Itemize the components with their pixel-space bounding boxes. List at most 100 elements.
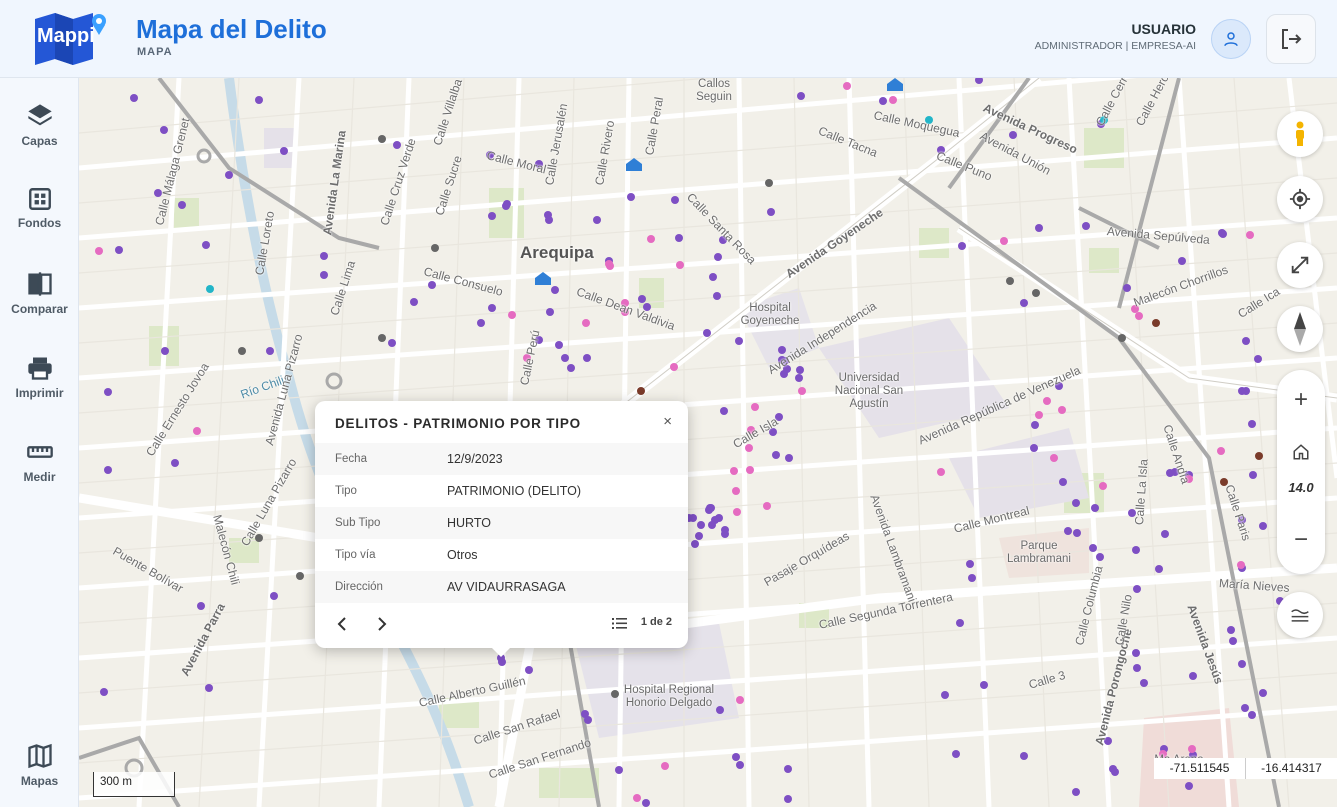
incident-dot[interactable] <box>266 347 274 355</box>
incident-dot[interactable] <box>889 96 897 104</box>
incident-dot[interactable] <box>1020 299 1028 307</box>
incident-dot[interactable] <box>736 761 744 769</box>
chevron-right-icon[interactable] <box>375 616 389 632</box>
incident-dot[interactable] <box>1189 672 1197 680</box>
incident-dot[interactable] <box>703 329 711 337</box>
incident-dot[interactable] <box>733 508 741 516</box>
sidebar-item-fondos[interactable]: Fondos <box>0 178 79 248</box>
incident-dot[interactable] <box>675 234 683 242</box>
incident-dot[interactable] <box>1161 530 1169 538</box>
incident-dot[interactable] <box>670 363 678 371</box>
incident-dot[interactable] <box>1229 637 1237 645</box>
incident-dot[interactable] <box>798 387 806 395</box>
incident-dot[interactable] <box>714 253 722 261</box>
incident-dot[interactable] <box>100 688 108 696</box>
incident-dot[interactable] <box>715 514 723 522</box>
incident-dot[interactable] <box>1248 711 1256 719</box>
incident-dot[interactable] <box>431 244 439 252</box>
incident-dot[interactable] <box>178 201 186 209</box>
incident-dot[interactable] <box>1089 544 1097 552</box>
incident-dot[interactable] <box>1123 284 1131 292</box>
incident-dot[interactable] <box>1135 312 1143 320</box>
incident-dot[interactable] <box>1000 237 1008 245</box>
incident-dot[interactable] <box>551 286 559 294</box>
incident-dot[interactable] <box>941 691 949 699</box>
incident-dot[interactable] <box>205 684 213 692</box>
incident-dot[interactable] <box>784 795 792 803</box>
incident-dot[interactable] <box>1030 444 1038 452</box>
incident-dot[interactable] <box>633 794 641 802</box>
incident-dot[interactable] <box>1035 224 1043 232</box>
zoom-in-button[interactable]: + <box>1277 380 1325 420</box>
incident-dot[interactable] <box>1035 411 1043 419</box>
incident-dot[interactable] <box>1188 745 1196 753</box>
incident-dot[interactable] <box>746 466 754 474</box>
incident-dot[interactable] <box>477 319 485 327</box>
legend-button[interactable] <box>1277 592 1323 638</box>
incident-dot[interactable] <box>225 171 233 179</box>
incident-dot[interactable] <box>567 364 575 372</box>
incident-dot[interactable] <box>1099 482 1107 490</box>
incident-dot[interactable] <box>388 339 396 347</box>
incident-dot[interactable] <box>1259 522 1267 530</box>
compass-button[interactable] <box>1277 306 1323 352</box>
incident-dot[interactable] <box>1152 319 1160 327</box>
incident-dot[interactable] <box>1032 289 1040 297</box>
incident-dot[interactable] <box>1219 230 1227 238</box>
incident-dot[interactable] <box>1020 752 1028 760</box>
incident-dot[interactable] <box>488 304 496 312</box>
incident-dot[interactable] <box>661 762 669 770</box>
incident-dot[interactable] <box>795 374 803 382</box>
incident-dot[interactable] <box>642 799 650 807</box>
home-button[interactable] <box>1277 432 1325 472</box>
incident-dot[interactable] <box>378 334 386 342</box>
incident-dot[interactable] <box>1132 649 1140 657</box>
incident-dot[interactable] <box>615 766 623 774</box>
incident-dot[interactable] <box>503 200 511 208</box>
incident-dot[interactable] <box>797 92 805 100</box>
incident-dot[interactable] <box>488 212 496 220</box>
incident-dot[interactable] <box>320 252 328 260</box>
incident-dot[interactable] <box>202 241 210 249</box>
incident-dot[interactable] <box>1043 397 1051 405</box>
incident-dot[interactable] <box>1058 406 1066 414</box>
mappi-logo[interactable]: Mappi <box>33 11 109 65</box>
incident-dot[interactable] <box>958 242 966 250</box>
incident-dot[interactable] <box>952 750 960 758</box>
incident-dot[interactable] <box>508 311 516 319</box>
incident-dot[interactable] <box>767 208 775 216</box>
incident-dot[interactable] <box>1246 231 1254 239</box>
incident-dot[interactable] <box>1132 546 1140 554</box>
incident-dot[interactable] <box>732 753 740 761</box>
incident-dot[interactable] <box>1248 420 1256 428</box>
incident-dot[interactable] <box>796 366 804 374</box>
incident-dot[interactable] <box>1064 527 1072 535</box>
incident-dot[interactable] <box>206 285 214 293</box>
close-button[interactable]: × <box>663 413 672 430</box>
incident-dot[interactable] <box>544 211 552 219</box>
incident-dot[interactable] <box>95 247 103 255</box>
incident-dot[interactable] <box>1255 452 1263 460</box>
incident-dot[interactable] <box>393 141 401 149</box>
incident-dot[interactable] <box>171 459 179 467</box>
incident-dot[interactable] <box>555 341 563 349</box>
incident-dot[interactable] <box>1242 337 1250 345</box>
incident-dot[interactable] <box>956 619 964 627</box>
incident-dot[interactable] <box>691 540 699 548</box>
sidebar-item-mapas[interactable]: Mapas <box>0 734 79 804</box>
incident-dot[interactable] <box>1006 277 1014 285</box>
incident-dot[interactable] <box>937 468 945 476</box>
incident-dot[interactable] <box>1241 704 1249 712</box>
incident-dot[interactable] <box>193 427 201 435</box>
incident-dot[interactable] <box>1072 788 1080 796</box>
incident-dot[interactable] <box>735 337 743 345</box>
sidebar-item-medir[interactable]: Medir <box>0 430 79 500</box>
incident-dot[interactable] <box>1249 471 1257 479</box>
zoom-out-button[interactable]: − <box>1277 520 1325 560</box>
incident-dot[interactable] <box>1133 664 1141 672</box>
incident-dot[interactable] <box>763 502 771 510</box>
incident-dot[interactable] <box>1082 222 1090 230</box>
incident-dot[interactable] <box>1227 626 1235 634</box>
incident-dot[interactable] <box>627 193 635 201</box>
incident-dot[interactable] <box>1254 355 1262 363</box>
